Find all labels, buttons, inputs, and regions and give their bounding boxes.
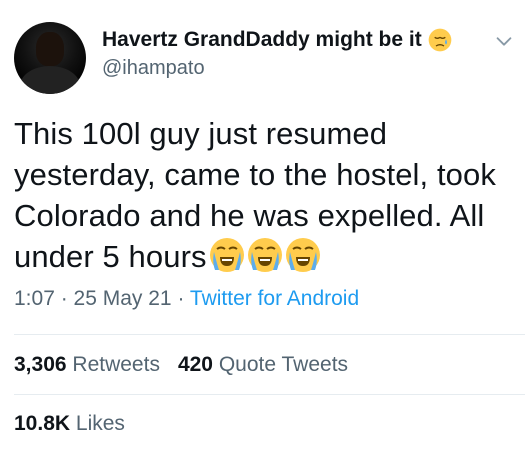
tweet-text-line-1: This 100l guy just resumed: [14, 116, 388, 151]
quote-tweets-stat[interactable]: 420 Quote Tweets: [178, 353, 348, 377]
loudly-crying-face-icon: [285, 238, 320, 272]
likes-stat[interactable]: 10.8K Likes: [14, 412, 125, 436]
tweet-header: Havertz GrandDaddy might be it @ihampato: [14, 22, 515, 98]
divider: [14, 334, 525, 335]
retweets-count: 3,306: [14, 353, 67, 376]
loudly-crying-face-icon: [209, 238, 244, 272]
likes-label: Likes: [75, 412, 125, 435]
meta-separator: ·: [171, 287, 190, 310]
loudly-crying-face-icon: [247, 238, 282, 272]
divider: [14, 394, 525, 395]
retweets-label: Retweets: [72, 353, 160, 376]
quote-tweets-count: 420: [177, 353, 213, 376]
tweet-text-line-4-text: under 5 hours: [14, 239, 207, 274]
avatar-shirt: [20, 66, 80, 94]
tweet-card: Havertz GrandDaddy might be it @ihampato…: [0, 0, 525, 452]
tweet-text-line-3: Colorado and he was expelled. All: [14, 198, 485, 233]
author-handle[interactable]: @ihampato: [102, 57, 452, 80]
likes-count: 10.8K: [14, 412, 71, 435]
tweet-meta: 1:07 · 25 May 21 · Twitter for Android: [14, 287, 359, 311]
meta-separator: ·: [54, 287, 74, 310]
avatar[interactable]: [14, 22, 86, 94]
likes-stats-row: 10.8K Likes: [14, 412, 143, 436]
author-display-name-row[interactable]: Havertz GrandDaddy might be it: [102, 28, 452, 52]
chevron-down-icon[interactable]: [493, 30, 515, 52]
retweet-stats-row: 3,306 Retweets 420 Quote Tweets: [14, 353, 366, 377]
disappointed-relieved-face-icon: [428, 28, 452, 52]
author-names: Havertz GrandDaddy might be it @ihampato: [102, 28, 452, 80]
tweet-source-link[interactable]: Twitter for Android: [190, 287, 359, 310]
tweet-text-line-4: under 5 hours: [14, 236, 519, 277]
quote-tweets-label: Quote Tweets: [218, 353, 349, 376]
tweet-time[interactable]: 1:07: [14, 287, 55, 310]
tweet-text-line-2: yesterday, came to the hostel, took: [14, 157, 496, 192]
avatar-face: [36, 32, 64, 66]
tweet-text: This 100l guy just resumed yesterday, ca…: [14, 113, 519, 277]
author-display-name[interactable]: Havertz GrandDaddy might be it: [102, 28, 422, 52]
retweets-stat[interactable]: 3,306 Retweets: [14, 353, 160, 377]
tweet-date[interactable]: 25 May 21: [74, 287, 172, 310]
